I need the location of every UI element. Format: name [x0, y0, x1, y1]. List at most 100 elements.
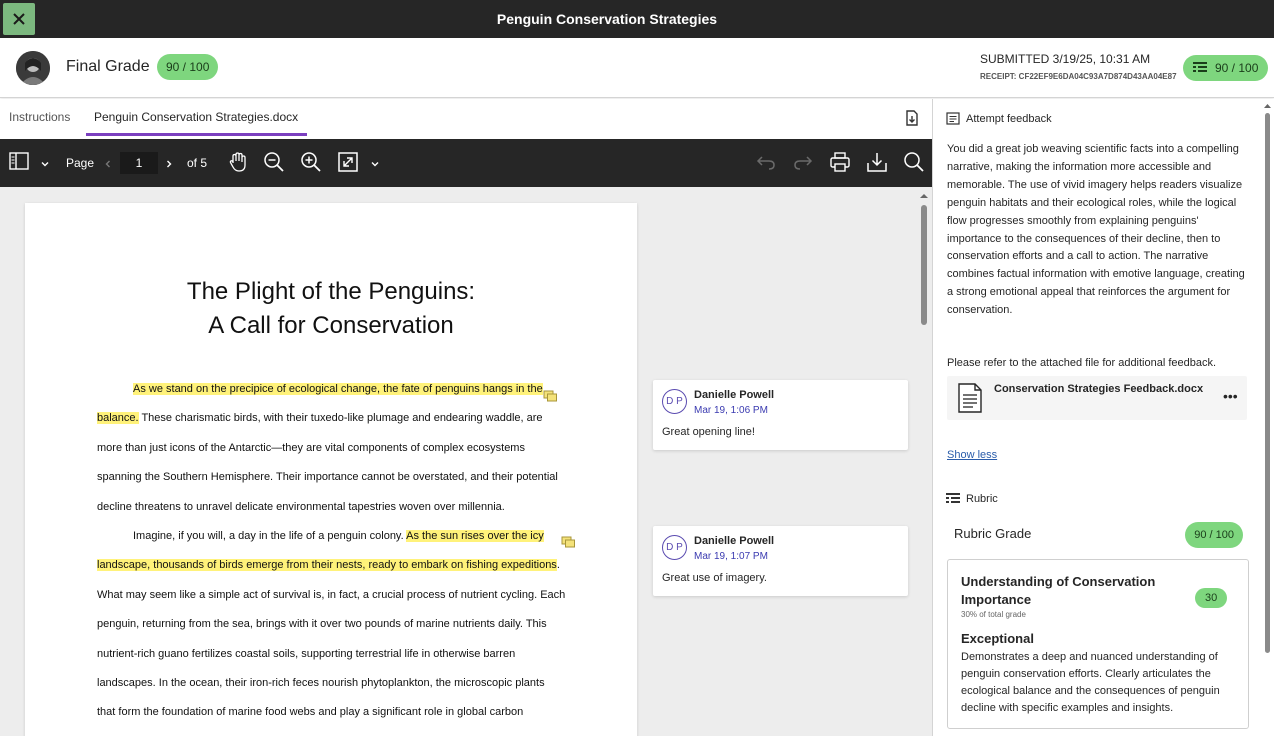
show-less-link[interactable]: Show less	[947, 449, 997, 461]
comment-marker[interactable]	[561, 536, 576, 554]
redo-icon	[794, 156, 813, 170]
tab-submission-file[interactable]: Penguin Conservation Strategies.docx	[94, 110, 298, 124]
text-line: As we stand on the precipice of ecologic…	[97, 375, 567, 404]
comment-note-icon	[543, 390, 557, 402]
viewer-scrollbar[interactable]	[917, 187, 931, 736]
commenter-avatar: D P	[662, 535, 687, 560]
scrollbar-thumb[interactable]	[1265, 113, 1270, 653]
sidebar-dropdown-button[interactable]	[40, 156, 50, 174]
download-icon	[867, 153, 887, 172]
grade-header: Final Grade 90 / 100 SUBMITTED 3/19/25, …	[0, 38, 1274, 98]
pan-tool-button[interactable]	[227, 151, 249, 178]
print-button[interactable]	[829, 151, 851, 178]
panel-scrollbar[interactable]	[1261, 99, 1274, 736]
page-total: of 5	[187, 156, 208, 170]
zoom-in-button[interactable]	[300, 151, 322, 178]
avatar	[16, 51, 50, 85]
rubric-grade-pill[interactable]: 90 / 100	[1185, 522, 1243, 548]
text-line: Imagine, if you will, a day in the life …	[97, 522, 567, 551]
final-grade-label: Final Grade	[66, 58, 150, 75]
criterion-score-pill[interactable]: 30	[1195, 588, 1228, 608]
more-options-icon[interactable]: •••	[1223, 388, 1238, 404]
undo-button[interactable]	[755, 151, 777, 178]
chevron-down-icon	[41, 162, 49, 167]
next-page-button[interactable]	[164, 156, 174, 174]
overall-grade-value: 90 / 100	[1215, 61, 1259, 75]
window-title: Penguin Conservation Strategies	[496, 11, 718, 27]
fit-page-button[interactable]	[337, 151, 359, 178]
zoom-dropdown-button[interactable]	[370, 156, 380, 174]
feedback-text: You did a great job weaving scientific f…	[947, 143, 1245, 317]
title-bar: Penguin Conservation Strategies	[0, 0, 1274, 38]
feedback-icon	[946, 112, 960, 125]
feedback-attachment[interactable]: Conservation Strategies Feedback.docx ••…	[947, 376, 1247, 420]
rubric-grade-row: Rubric Grade 90 / 100	[947, 521, 1249, 551]
criterion-title: Understanding of Conservation Importance	[961, 574, 1156, 607]
text-line: decline threatens to unravel delicate en…	[97, 500, 505, 513]
previous-page-button[interactable]	[103, 156, 113, 174]
comment-card[interactable]: D P Danielle Powell Mar 19, 1:07 PM Grea…	[653, 526, 908, 596]
page-number-input[interactable]	[120, 152, 158, 174]
zoom-out-icon	[264, 152, 284, 172]
text-segment: Imagine, if you will, a day in the life …	[133, 529, 407, 542]
highlighted-text[interactable]: As the sun rises over the icy	[406, 529, 544, 542]
criterion-description: Demonstrates a deep and nuanced understa…	[961, 651, 1220, 714]
text-line: more than just icons of the Antarctic—th…	[97, 441, 525, 454]
comment-note-icon	[561, 536, 575, 548]
comment-marker[interactable]	[543, 390, 558, 408]
highlighted-text[interactable]: landscape, thousands of birds emerge fro…	[97, 559, 557, 572]
fit-page-icon	[338, 152, 358, 172]
comment-text: Great opening line!	[662, 426, 755, 438]
sidebar-toggle-button[interactable]	[9, 151, 29, 176]
receipt-id: RECEIPT: CF22EF9E6DA04C93A7D874D43AA04E8…	[980, 72, 1177, 81]
zoom-in-icon	[301, 152, 321, 172]
scrollbar-thumb[interactable]	[921, 205, 927, 325]
redo-button[interactable]	[792, 151, 814, 178]
viewer-toolbar: Page of 5	[0, 139, 932, 187]
attachment-note: Please refer to the attached file for ad…	[947, 357, 1217, 369]
rubric-icon	[1193, 62, 1207, 72]
document-viewer[interactable]: The Plight of the Penguins: A Call for C…	[0, 187, 932, 736]
search-icon	[904, 152, 924, 172]
text-line: spanning the Southern Hemisphere. Their …	[97, 471, 558, 484]
submission-tabs: Instructions Penguin Conservation Strate…	[0, 99, 932, 139]
final-grade-pill[interactable]: 90 / 100	[157, 54, 219, 80]
rubric-heading: Rubric	[966, 493, 998, 505]
scroll-up-icon	[920, 194, 928, 198]
highlighted-text[interactable]: balance.	[97, 412, 139, 425]
document-title-line-1: The Plight of the Penguins:	[186, 278, 476, 305]
document-title-line-2: A Call for Conservation	[208, 312, 454, 339]
attachment-filename: Conservation Strategies Feedback.docx	[994, 383, 1204, 395]
text-line: landscapes. In the ocean, their iron-ric…	[97, 676, 545, 689]
text-line: sequestration.	[97, 728, 567, 736]
download-document-button[interactable]	[904, 110, 920, 131]
chevron-left-icon	[105, 160, 110, 168]
undo-icon	[756, 156, 775, 170]
comment-card[interactable]: D P Danielle Powell Mar 19, 1:06 PM Grea…	[653, 380, 908, 450]
search-button[interactable]	[903, 151, 925, 178]
download-button[interactable]	[866, 151, 888, 178]
commenter-avatar: D P	[662, 389, 687, 414]
text-line: What may seem like a simple act of survi…	[97, 588, 566, 601]
close-icon	[13, 13, 25, 25]
chevron-down-icon	[371, 162, 379, 167]
highlighted-text[interactable]: As we stand on the precipice of ecologic…	[133, 383, 543, 395]
document-title: The Plight of the Penguins: A Call for C…	[25, 275, 637, 343]
print-icon	[830, 152, 850, 172]
close-button[interactable]	[3, 3, 35, 35]
rubric-grade-button[interactable]: 90 / 100	[1183, 55, 1269, 81]
scroll-up-icon	[1264, 104, 1271, 108]
hand-icon	[229, 152, 246, 172]
document-icon	[958, 383, 982, 413]
submitted-timestamp: SUBMITTED 3/19/25, 10:31 AM	[980, 52, 1151, 66]
rubric-grade-label: Rubric Grade	[954, 526, 1032, 541]
zoom-out-button[interactable]	[263, 151, 285, 178]
rubric-criterion-card[interactable]: Understanding of Conservation Importance…	[947, 559, 1249, 729]
commenter-name: Danielle Powell	[694, 535, 775, 547]
comment-date: Mar 19, 1:06 PM	[694, 405, 768, 416]
tab-instructions[interactable]: Instructions	[9, 110, 70, 124]
attempt-feedback-heading: Attempt feedback	[966, 113, 1052, 125]
comment-date: Mar 19, 1:07 PM	[694, 551, 768, 562]
commenter-name: Danielle Powell	[694, 389, 775, 401]
page-label: Page	[66, 156, 95, 170]
